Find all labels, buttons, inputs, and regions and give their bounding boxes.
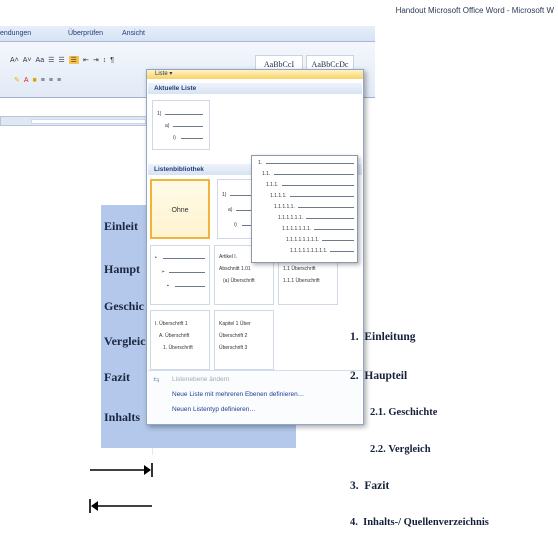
shading-icon[interactable]: ■ [33, 77, 37, 84]
menu-define-list-style[interactable]: Neuen Listentyp definieren… [172, 406, 256, 413]
window-title: Handout Microsoft Office Word - Microsof… [395, 6, 554, 15]
outline-item-1: 1. Einleitung [350, 331, 416, 343]
menu-define-multilevel-list[interactable]: Neue Liste mit mehreren Ebenen definiere… [172, 391, 304, 398]
doc-line-5[interactable]: Fazit [104, 370, 130, 385]
increase-indent-icon[interactable]: ⇥ [93, 56, 99, 64]
doc-line-1[interactable]: Einleit [104, 219, 138, 234]
tab-sendungen[interactable]: endungen [0, 30, 31, 37]
grow-font-icon[interactable]: A˄ [10, 57, 19, 64]
doc-line-2[interactable]: Hampt [104, 262, 140, 277]
pilcrow-icon[interactable]: ¶ [110, 57, 114, 64]
outline-num: 2.1. [370, 407, 386, 418]
outline-num: 4. [350, 517, 358, 528]
horizontal-ruler[interactable] [0, 116, 150, 126]
outline-num: 2.2. [370, 444, 386, 455]
gallery-title: Liste ▾ [147, 70, 363, 79]
doc-line-4[interactable]: Vergleic [104, 334, 146, 349]
change-case-icon[interactable]: Aa [36, 57, 45, 64]
outline-num: 3. [350, 480, 359, 492]
change-list-level-icon: ⇆ [153, 375, 160, 384]
numbering-icon[interactable]: ☰ [58, 56, 64, 64]
outline-text: Vergleich [388, 444, 431, 455]
highlight-color-icon[interactable]: ✎ [14, 76, 20, 84]
list-style-roman[interactable]: I. Überschrift 1 A. Überschrift 1. Übers… [150, 310, 210, 370]
menu-change-list-level: Listenebene ändern [172, 376, 230, 383]
shrink-font-icon[interactable]: A˅ [23, 57, 32, 64]
doc-line-6[interactable]: Inhalts [104, 410, 140, 425]
section-current-list: Aktuelle Liste [148, 83, 362, 94]
outline-text: Haupteil [364, 370, 408, 382]
outline-item-2-2: 2.2. Vergleich [370, 444, 431, 455]
list-style-bullets[interactable]: • ➢ ▪ [150, 245, 210, 305]
outline-item-4: 4. Inhalts-/ Quellenverzeichnis [350, 517, 489, 528]
align-left-icon[interactable]: ≡ [41, 77, 45, 84]
font-color-icon[interactable]: A [24, 77, 29, 84]
list-style-none[interactable]: Ohne [150, 179, 210, 239]
list-style-kapitel[interactable]: Kapitel 1 Über Überschrift 2 Überschrift… [214, 310, 274, 370]
increase-indent-arrow-icon [90, 463, 153, 477]
outline-num: 1. [350, 331, 359, 343]
outline-item-2: 2. Haupteil [350, 370, 407, 382]
doc-line-3[interactable]: Geschic [104, 299, 144, 314]
multilevel-list-icon[interactable]: ☰ [68, 56, 79, 64]
justify-icon[interactable]: ≡ [57, 77, 61, 84]
list-style-preview: 1. 1.1. 1.1.1. 1.1.1.1. 1.1.1.1.1. 1.1.1… [251, 155, 358, 263]
outline-text: Einleitung [364, 331, 416, 343]
gallery-menu: ⇆ Listenebene ändern Neue Liste mit mehr… [148, 370, 362, 424]
current-list-tile[interactable]: 1) a) i) [152, 100, 210, 150]
sort-icon[interactable]: ↕ [103, 57, 107, 64]
outline-text: Fazit [364, 480, 390, 492]
word-screenshot: Handout Microsoft Office Word - Microsof… [0, 0, 558, 533]
tab-ueberpruefen[interactable]: Überprüfen [68, 30, 103, 37]
outline-text: Inhalts-/ Quellenverzeichnis [363, 517, 489, 528]
tab-ansicht[interactable]: Ansicht [122, 30, 145, 37]
paragraph-toolbar-row: ✎ A ■ ≡ ≡ ≡ [14, 74, 65, 86]
outline-num: 2. [350, 370, 359, 382]
outline-item-3: 3. Fazit [350, 480, 389, 492]
bullets-icon[interactable]: ☰ [48, 56, 54, 64]
ribbon-tab-bar: endungen Überprüfen Ansicht [0, 26, 375, 42]
outline-item-2-1: 2.1. Geschichte [370, 407, 437, 418]
align-center-icon[interactable]: ≡ [49, 77, 53, 84]
outline-text: Geschichte [388, 407, 438, 418]
decrease-indent-arrow-icon [89, 499, 152, 513]
font-toolbar-row: A˄ A˅ Aa ☰ ☰ ☰ ⇤ ⇥ ↕ ¶ [10, 54, 118, 66]
decrease-indent-icon[interactable]: ⇤ [83, 56, 89, 64]
